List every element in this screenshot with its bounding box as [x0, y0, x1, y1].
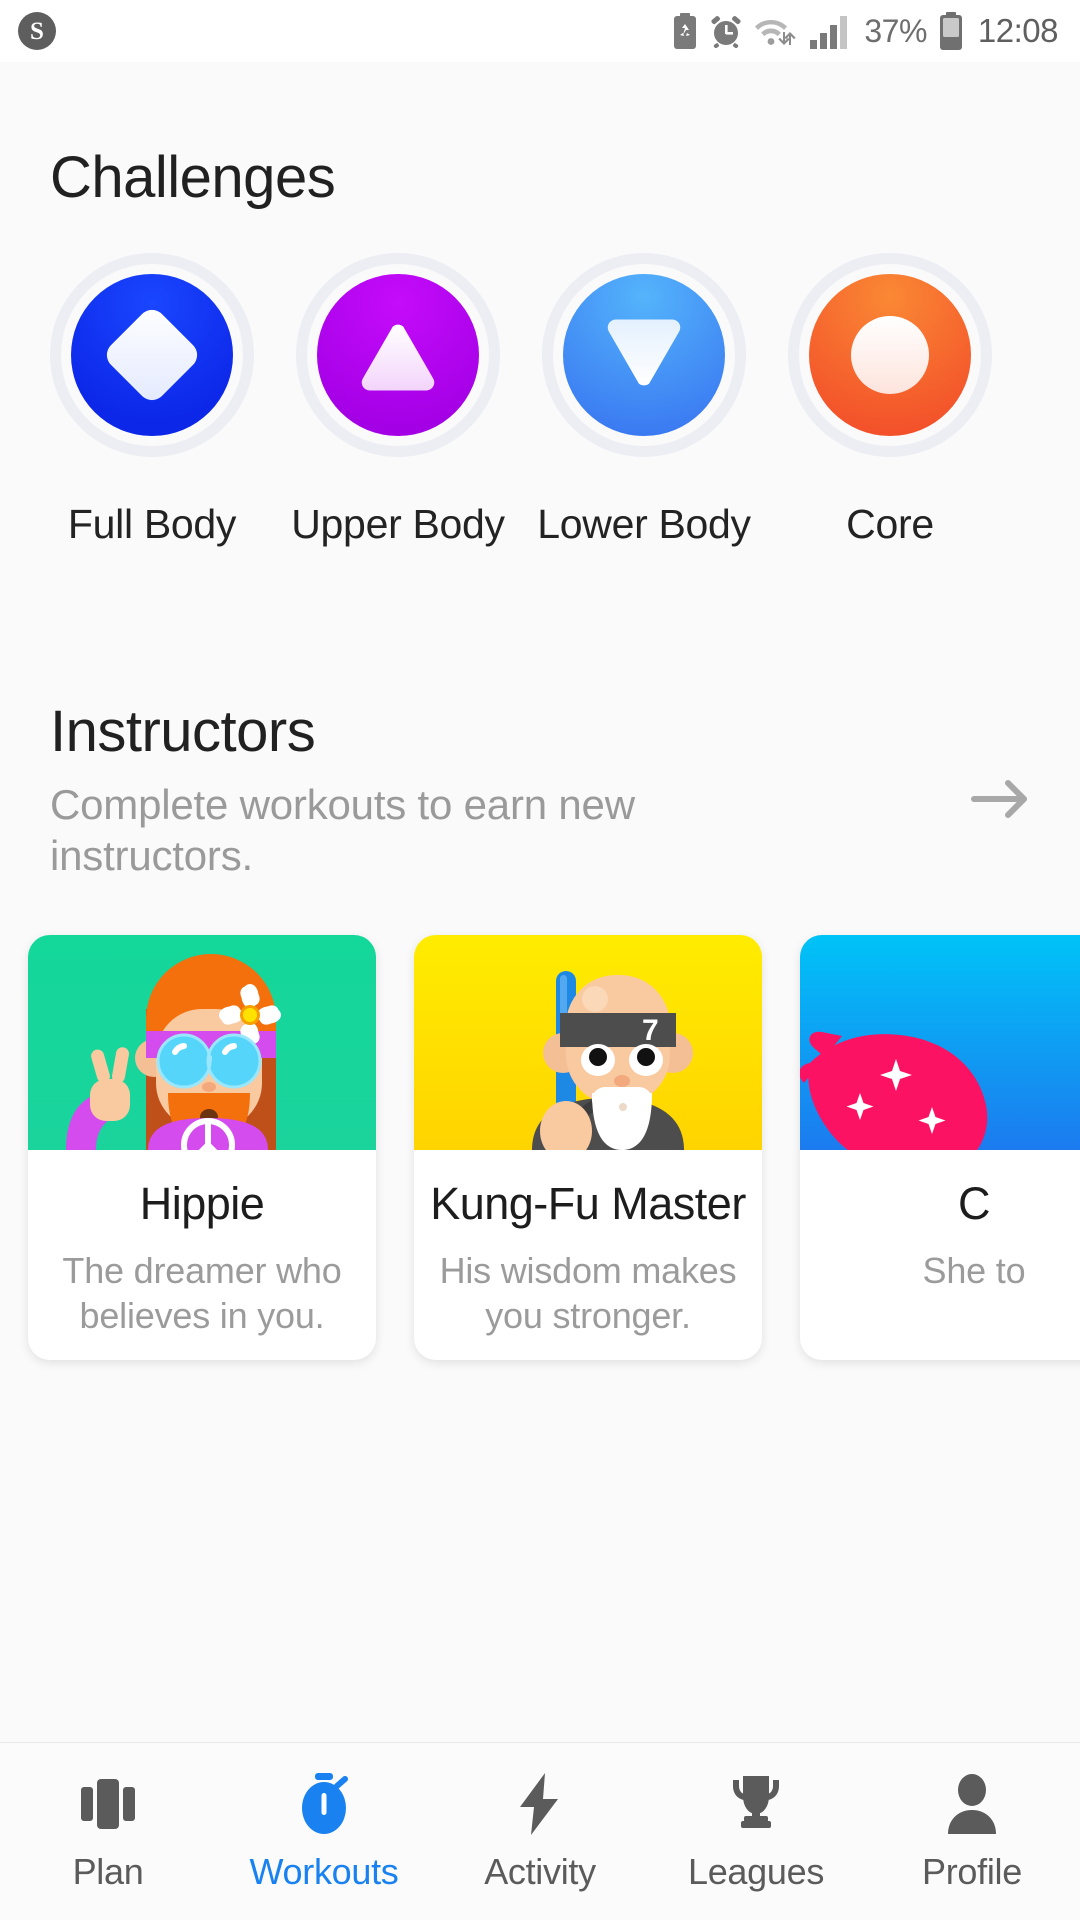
challenge-item-upper-body[interactable]: Upper Body: [291, 253, 505, 548]
cards-icon: [79, 1773, 137, 1835]
triangle-down-glyph-icon: [602, 318, 686, 392]
instructor-card-body: Kung-Fu Master His wisdom makes you stro…: [414, 1150, 762, 1360]
challenge-disc: [71, 274, 233, 436]
challenge-label: Lower Body: [537, 501, 751, 547]
nav-label: Workouts: [249, 1851, 399, 1892]
trophy-icon: [727, 1773, 785, 1835]
stopwatch-icon: [296, 1773, 352, 1835]
alarm-clock-icon: [709, 14, 743, 48]
nav-item-profile[interactable]: Profile: [864, 1773, 1080, 1893]
wifi-icon: [754, 14, 798, 48]
nav-label: Plan: [72, 1851, 144, 1892]
triangle-up-glyph-icon: [356, 318, 440, 392]
nav-item-activity[interactable]: Activity: [432, 1773, 648, 1893]
instructor-card-body: C She to: [800, 1150, 1080, 1360]
person-icon: [946, 1773, 998, 1835]
kungfu-master-avatar-icon: 7: [532, 971, 693, 1151]
challenge-item-core[interactable]: Core: [788, 253, 992, 548]
hippie-avatar-art: [28, 935, 376, 1151]
punk-avatar-icon: [800, 1032, 988, 1151]
challenge-disc: [809, 274, 971, 436]
instructors-header-text: Instructors Complete workouts to earn ne…: [0, 698, 956, 881]
instructors-header: Instructors Complete workouts to earn ne…: [0, 698, 1080, 881]
challenge-label: Core: [846, 501, 934, 547]
hippie-avatar-icon: [66, 954, 281, 1151]
circle-glyph-icon: [851, 316, 929, 394]
status-bar-left: S: [18, 12, 56, 50]
diamond-glyph-icon: [101, 304, 203, 406]
instructor-description: The dreamer who believes in you.: [62, 1250, 342, 1337]
nav-item-workouts[interactable]: Workouts: [216, 1773, 432, 1893]
arrow-right-icon: [970, 776, 1032, 827]
lightning-icon: [518, 1773, 562, 1835]
status-bar: S 37% 12:08: [0, 0, 1080, 62]
nav-label: Leagues: [687, 1851, 825, 1892]
app-logo-icon: S: [18, 12, 56, 50]
instructor-name: Kung-Fu Master: [430, 1178, 746, 1230]
punk-avatar-art: [800, 935, 1080, 1151]
instructors-section-title: Instructors: [50, 699, 316, 764]
instructors-subtitle: Complete workouts to earn new instructor…: [50, 781, 635, 880]
challenge-label: Upper Body: [291, 501, 505, 547]
instructor-card-body: Hippie The dreamer who believes in you.: [28, 1150, 376, 1360]
challenge-label: Full Body: [67, 501, 237, 547]
kungfu-master-avatar-art: 7: [414, 935, 762, 1151]
app-screen: Challenges Full Body Upper Body Lower Bo…: [0, 62, 1080, 1920]
challenge-item-full-body[interactable]: Full Body: [50, 253, 254, 548]
nav-label: Profile: [922, 1851, 1022, 1892]
instructors-see-all-button[interactable]: [966, 766, 1036, 836]
nav-label: Activity: [484, 1851, 596, 1892]
bottom-navigation-bar: Plan Workouts Activity Leagues Profile: [0, 1742, 1080, 1920]
cellular-signal-icon: [809, 13, 853, 49]
battery-percent-label: 37%: [864, 12, 927, 49]
instructor-card-hippie[interactable]: Hippie The dreamer who believes in you.: [28, 935, 376, 1361]
challenge-ring: [788, 253, 992, 457]
challenges-carousel[interactable]: Full Body Upper Body Lower Body Core: [0, 253, 1080, 548]
challenge-ring: [296, 253, 500, 457]
challenge-ring: [542, 253, 746, 457]
nav-item-leagues[interactable]: Leagues: [648, 1773, 864, 1893]
instructor-card-partial[interactable]: C She to: [800, 935, 1080, 1361]
challenge-ring: [50, 253, 254, 457]
challenge-item-lower-body[interactable]: Lower Body: [537, 253, 751, 548]
challenge-disc: [563, 274, 725, 436]
scroll-content[interactable]: Challenges Full Body Upper Body Lower Bo…: [0, 62, 1080, 1742]
challenge-disc: [317, 274, 479, 436]
instructors-carousel[interactable]: Hippie The dreamer who believes in you.: [0, 935, 1080, 1361]
instructor-description: His wisdom makes you stronger.: [439, 1250, 737, 1337]
battery-saver-icon: [672, 13, 698, 49]
nav-item-plan[interactable]: Plan: [0, 1773, 216, 1893]
instructor-name: Hippie: [139, 1178, 265, 1230]
instructor-card-kung-fu-master[interactable]: 7 Kung-Fu Master His wisdom makes you st…: [414, 935, 762, 1361]
challenges-section-title: Challenges: [50, 145, 336, 210]
instructor-name: C: [958, 1178, 991, 1230]
clock-time-label: 12:08: [977, 12, 1059, 49]
status-bar-right: 37% 12:08: [672, 12, 1059, 50]
svg-text:7: 7: [642, 1014, 659, 1047]
battery-icon: [938, 12, 964, 50]
instructor-description: She to: [922, 1250, 1026, 1292]
